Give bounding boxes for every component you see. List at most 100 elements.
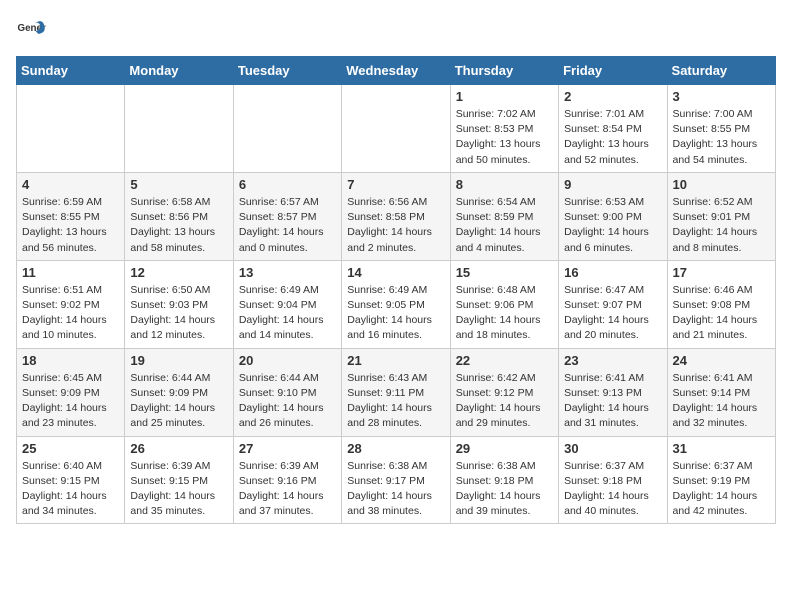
day-info: Sunrise: 6:39 AMSunset: 9:16 PMDaylight:… bbox=[239, 459, 336, 520]
week-row-3: 11Sunrise: 6:51 AMSunset: 9:02 PMDayligh… bbox=[17, 260, 776, 348]
day-number: 17 bbox=[673, 265, 770, 280]
day-number: 23 bbox=[564, 353, 661, 368]
calendar-cell: 31 Sunrise: 6:37 AMSunset: 9:19 PMDayligh… bbox=[667, 436, 775, 524]
day-number: 13 bbox=[239, 265, 336, 280]
day-info: Sunrise: 6:49 AMSunset: 9:04 PMDaylight:… bbox=[239, 283, 336, 344]
day-number: 10 bbox=[673, 177, 770, 192]
day-of-week-thursday: Thursday bbox=[450, 57, 558, 85]
day-number: 28 bbox=[347, 441, 444, 456]
day-info: Sunrise: 6:45 AMSunset: 9:09 PMDaylight:… bbox=[22, 371, 119, 432]
day-number: 14 bbox=[347, 265, 444, 280]
day-info: Sunrise: 6:38 AMSunset: 9:18 PMDaylight:… bbox=[456, 459, 553, 520]
day-info: Sunrise: 7:00 AMSunset: 8:55 PMDaylight:… bbox=[673, 107, 770, 168]
calendar-cell: 7 Sunrise: 6:56 AMSunset: 8:58 PMDaylight… bbox=[342, 172, 450, 260]
calendar-cell: 19 Sunrise: 6:44 AMSunset: 9:09 PMDayligh… bbox=[125, 348, 233, 436]
calendar-cell: 10 Sunrise: 6:52 AMSunset: 9:01 PMDayligh… bbox=[667, 172, 775, 260]
calendar-cell: 22 Sunrise: 6:42 AMSunset: 9:12 PMDayligh… bbox=[450, 348, 558, 436]
calendar-cell: 4Sunrise: 6:59 AMSunset: 8:55 PMDaylight… bbox=[17, 172, 125, 260]
calendar-cell: 24 Sunrise: 6:41 AMSunset: 9:14 PMDayligh… bbox=[667, 348, 775, 436]
day-info: Sunrise: 6:43 AMSunset: 9:11 PMDaylight:… bbox=[347, 371, 444, 432]
day-info: Sunrise: 6:40 AMSunset: 9:15 PMDaylight:… bbox=[22, 459, 119, 520]
calendar-cell: 29 Sunrise: 6:38 AMSunset: 9:18 PMDayligh… bbox=[450, 436, 558, 524]
logo: General bbox=[16, 16, 50, 46]
day-info: Sunrise: 6:44 AMSunset: 9:09 PMDaylight:… bbox=[130, 371, 227, 432]
day-info: Sunrise: 6:52 AMSunset: 9:01 PMDaylight:… bbox=[673, 195, 770, 256]
calendar-cell: 28 Sunrise: 6:38 AMSunset: 9:17 PMDayligh… bbox=[342, 436, 450, 524]
day-info: Sunrise: 6:37 AMSunset: 9:19 PMDaylight:… bbox=[673, 459, 770, 520]
calendar-cell: 20 Sunrise: 6:44 AMSunset: 9:10 PMDayligh… bbox=[233, 348, 341, 436]
calendar-cell: 21 Sunrise: 6:43 AMSunset: 9:11 PMDayligh… bbox=[342, 348, 450, 436]
day-info: Sunrise: 7:01 AMSunset: 8:54 PMDaylight:… bbox=[564, 107, 661, 168]
day-of-week-tuesday: Tuesday bbox=[233, 57, 341, 85]
day-info: Sunrise: 6:53 AMSunset: 9:00 PMDaylight:… bbox=[564, 195, 661, 256]
day-number: 26 bbox=[130, 441, 227, 456]
day-number: 22 bbox=[456, 353, 553, 368]
calendar-cell: 6Sunrise: 6:57 AMSunset: 8:57 PMDaylight… bbox=[233, 172, 341, 260]
day-number: 21 bbox=[347, 353, 444, 368]
calendar-cell: 14 Sunrise: 6:49 AMSunset: 9:05 PMDayligh… bbox=[342, 260, 450, 348]
calendar-cell: 3 Sunrise: 7:00 AMSunset: 8:55 PMDaylight… bbox=[667, 85, 775, 173]
calendar-cell: 18 Sunrise: 6:45 AMSunset: 9:09 PMDayligh… bbox=[17, 348, 125, 436]
day-number: 25 bbox=[22, 441, 119, 456]
days-of-week-row: SundayMondayTuesdayWednesdayThursdayFrid… bbox=[17, 57, 776, 85]
day-number: 18 bbox=[22, 353, 119, 368]
day-number: 30 bbox=[564, 441, 661, 456]
day-number: 12 bbox=[130, 265, 227, 280]
day-info: Sunrise: 6:56 AMSunset: 8:58 PMDaylight:… bbox=[347, 195, 444, 256]
calendar-cell: 1Sunrise: 7:02 AMSunset: 8:53 PMDaylight… bbox=[450, 85, 558, 173]
calendar-table: SundayMondayTuesdayWednesdayThursdayFrid… bbox=[16, 56, 776, 524]
calendar-cell: 12 Sunrise: 6:50 AMSunset: 9:03 PMDayligh… bbox=[125, 260, 233, 348]
day-info: Sunrise: 6:44 AMSunset: 9:10 PMDaylight:… bbox=[239, 371, 336, 432]
calendar-cell: 25 Sunrise: 6:40 AMSunset: 9:15 PMDayligh… bbox=[17, 436, 125, 524]
calendar-cell bbox=[233, 85, 341, 173]
day-number: 3 bbox=[673, 89, 770, 104]
day-number: 24 bbox=[673, 353, 770, 368]
day-info: Sunrise: 7:02 AMSunset: 8:53 PMDaylight:… bbox=[456, 107, 553, 168]
calendar-cell: 2 Sunrise: 7:01 AMSunset: 8:54 PMDaylight… bbox=[559, 85, 667, 173]
calendar-cell: 8 Sunrise: 6:54 AMSunset: 8:59 PMDaylight… bbox=[450, 172, 558, 260]
day-number: 8 bbox=[456, 177, 553, 192]
day-info: Sunrise: 6:37 AMSunset: 9:18 PMDaylight:… bbox=[564, 459, 661, 520]
day-number: 27 bbox=[239, 441, 336, 456]
day-info: Sunrise: 6:38 AMSunset: 9:17 PMDaylight:… bbox=[347, 459, 444, 520]
day-number: 29 bbox=[456, 441, 553, 456]
day-info: Sunrise: 6:41 AMSunset: 9:13 PMDaylight:… bbox=[564, 371, 661, 432]
calendar-cell: 26Sunrise: 6:39 AMSunset: 9:15 PMDayligh… bbox=[125, 436, 233, 524]
day-info: Sunrise: 6:58 AMSunset: 8:56 PMDaylight:… bbox=[130, 195, 227, 256]
calendar-cell: 11Sunrise: 6:51 AMSunset: 9:02 PMDayligh… bbox=[17, 260, 125, 348]
day-info: Sunrise: 6:50 AMSunset: 9:03 PMDaylight:… bbox=[130, 283, 227, 344]
calendar-cell bbox=[125, 85, 233, 173]
day-info: Sunrise: 6:42 AMSunset: 9:12 PMDaylight:… bbox=[456, 371, 553, 432]
day-number: 20 bbox=[239, 353, 336, 368]
day-number: 2 bbox=[564, 89, 661, 104]
day-of-week-friday: Friday bbox=[559, 57, 667, 85]
day-number: 15 bbox=[456, 265, 553, 280]
page-header: General bbox=[16, 16, 776, 46]
week-row-4: 18 Sunrise: 6:45 AMSunset: 9:09 PMDayligh… bbox=[17, 348, 776, 436]
day-number: 7 bbox=[347, 177, 444, 192]
day-number: 19 bbox=[130, 353, 227, 368]
day-of-week-saturday: Saturday bbox=[667, 57, 775, 85]
day-info: Sunrise: 6:48 AMSunset: 9:06 PMDaylight:… bbox=[456, 283, 553, 344]
week-row-1: 1Sunrise: 7:02 AMSunset: 8:53 PMDaylight… bbox=[17, 85, 776, 173]
calendar-cell: 5Sunrise: 6:58 AMSunset: 8:56 PMDaylight… bbox=[125, 172, 233, 260]
day-info: Sunrise: 6:54 AMSunset: 8:59 PMDaylight:… bbox=[456, 195, 553, 256]
day-of-week-wednesday: Wednesday bbox=[342, 57, 450, 85]
day-info: Sunrise: 6:46 AMSunset: 9:08 PMDaylight:… bbox=[673, 283, 770, 344]
calendar-cell: 23 Sunrise: 6:41 AMSunset: 9:13 PMDayligh… bbox=[559, 348, 667, 436]
calendar-cell: 27 Sunrise: 6:39 AMSunset: 9:16 PMDayligh… bbox=[233, 436, 341, 524]
day-number: 11 bbox=[22, 265, 119, 280]
calendar-cell: 30 Sunrise: 6:37 AMSunset: 9:18 PMDayligh… bbox=[559, 436, 667, 524]
calendar-cell: 16Sunrise: 6:47 AMSunset: 9:07 PMDayligh… bbox=[559, 260, 667, 348]
day-info: Sunrise: 6:49 AMSunset: 9:05 PMDaylight:… bbox=[347, 283, 444, 344]
day-number: 31 bbox=[673, 441, 770, 456]
calendar-cell: 17 Sunrise: 6:46 AMSunset: 9:08 PMDayligh… bbox=[667, 260, 775, 348]
day-of-week-sunday: Sunday bbox=[17, 57, 125, 85]
day-info: Sunrise: 6:47 AMSunset: 9:07 PMDaylight:… bbox=[564, 283, 661, 344]
calendar-cell bbox=[342, 85, 450, 173]
week-row-2: 4Sunrise: 6:59 AMSunset: 8:55 PMDaylight… bbox=[17, 172, 776, 260]
week-row-5: 25 Sunrise: 6:40 AMSunset: 9:15 PMDayligh… bbox=[17, 436, 776, 524]
day-number: 9 bbox=[564, 177, 661, 192]
day-info: Sunrise: 6:41 AMSunset: 9:14 PMDaylight:… bbox=[673, 371, 770, 432]
day-info: Sunrise: 6:59 AMSunset: 8:55 PMDaylight:… bbox=[22, 195, 119, 256]
